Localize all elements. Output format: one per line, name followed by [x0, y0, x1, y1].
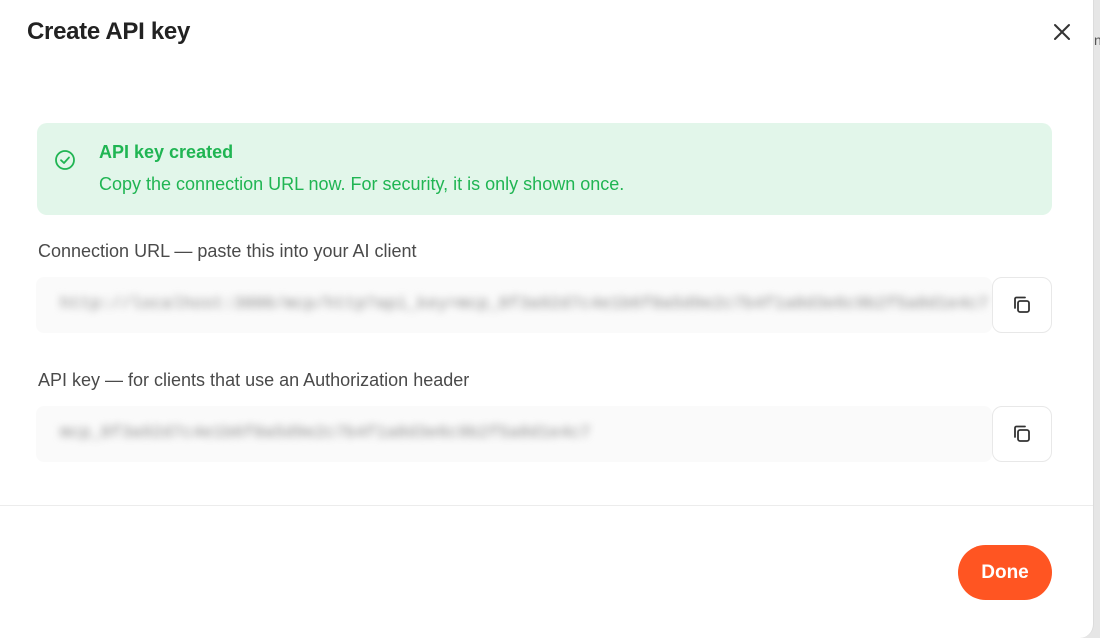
- connection-url-label: Connection URL — paste this into your AI…: [38, 241, 417, 261]
- create-api-key-dialog: Create API key API key created Copy the …: [0, 0, 1094, 638]
- alert-message: Copy the connection URL now. For securit…: [99, 174, 625, 194]
- dialog-title: Create API key: [27, 18, 191, 45]
- done-button[interactable]: Done: [958, 545, 1052, 600]
- alert-title: API key created: [99, 142, 234, 162]
- check-circle-icon: [55, 150, 75, 170]
- connection-url-field[interactable]: http://localhost:3000/mcp/http?api_key=m…: [36, 277, 992, 333]
- api-key-field[interactable]: mcp_8f3a92d7c4e1b6f0a5d9e2c7b4f1a8d3e6c9…: [36, 406, 992, 462]
- footer-divider: [0, 505, 1093, 506]
- connection-url-value: http://localhost:3000/mcp/http?api_key=m…: [60, 295, 989, 314]
- copy-api-key-button[interactable]: [992, 406, 1052, 462]
- close-icon: [1054, 24, 1070, 40]
- copy-connection-url-button[interactable]: [992, 277, 1052, 333]
- success-alert: API key created Copy the connection URL …: [37, 123, 1052, 215]
- copy-icon: [1014, 296, 1030, 313]
- api-key-value: mcp_8f3a92d7c4e1b6f0a5d9e2c7b4f1a8d3e6c9…: [60, 424, 591, 443]
- api-key-label: API key — for clients that use an Author…: [38, 370, 470, 390]
- copy-icon: [1014, 425, 1030, 442]
- background-text-fragment: n: [1094, 32, 1100, 48]
- close-button[interactable]: [1048, 18, 1076, 46]
